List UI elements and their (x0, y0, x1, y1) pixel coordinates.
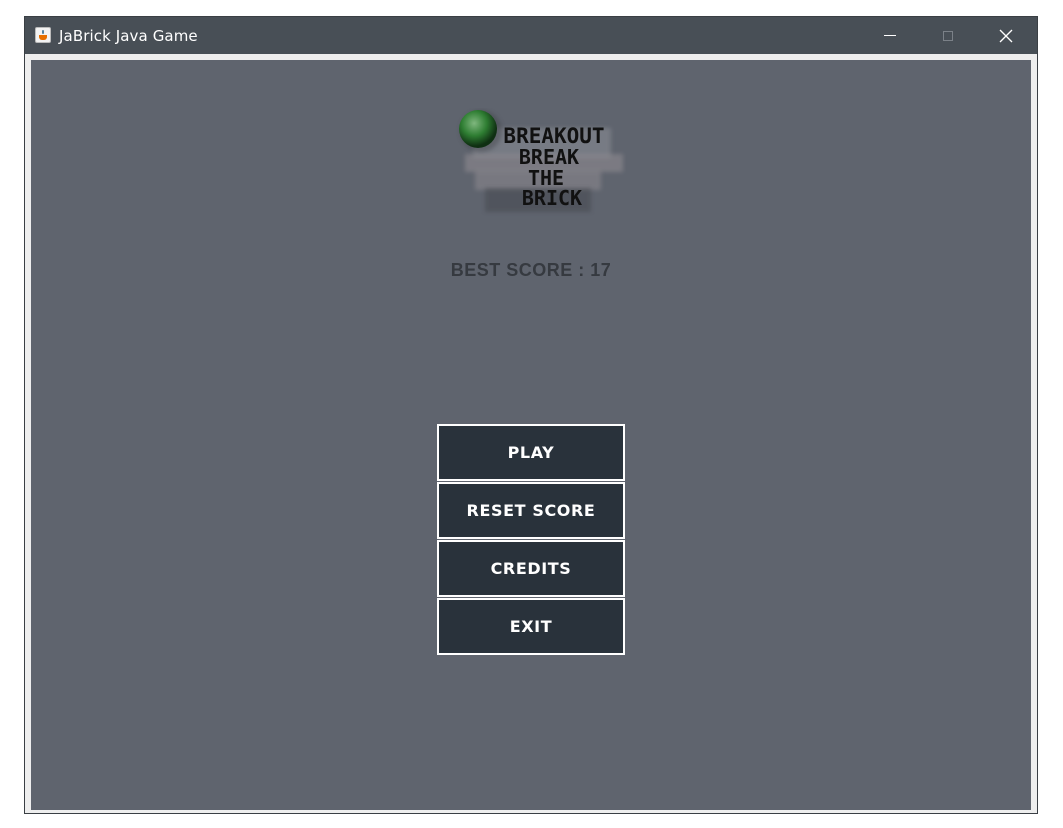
title-bar[interactable]: JaBrick Java Game (25, 17, 1037, 54)
close-icon (999, 29, 1013, 42)
best-score-text: BEST SCORE : 17 (450, 260, 612, 280)
best-score-display: BEST SCORE : 17 (31, 260, 1031, 281)
java-cup-shape (39, 35, 47, 40)
maximize-icon (943, 30, 953, 41)
main-menu: PLAY RESET SCORE CREDITS EXIT (437, 424, 625, 656)
window-title: JaBrick Java Game (59, 27, 198, 45)
play-button[interactable]: PLAY (437, 424, 625, 481)
minimize-icon (884, 35, 896, 36)
credits-button[interactable]: CREDITS (437, 540, 625, 597)
logo-line-4: BRICK (522, 186, 582, 210)
java-cup-icon (35, 27, 51, 43)
game-menu-panel: BREAKOUT BREAK THE BRICK BEST SCORE : 17… (31, 60, 1031, 810)
reset-score-button[interactable]: RESET SCORE (437, 482, 625, 539)
exit-button[interactable]: EXIT (437, 598, 625, 655)
breakout-logo: BREAKOUT BREAK THE BRICK (459, 110, 623, 212)
maximize-button[interactable] (925, 17, 971, 54)
app-window: JaBrick Java Game BREAKOUT BREAK THE BRI… (24, 16, 1038, 814)
java-steam-shape (42, 30, 44, 34)
minimize-button[interactable] (867, 17, 913, 54)
logo-ball-shape (459, 110, 497, 148)
close-button[interactable] (983, 17, 1029, 54)
